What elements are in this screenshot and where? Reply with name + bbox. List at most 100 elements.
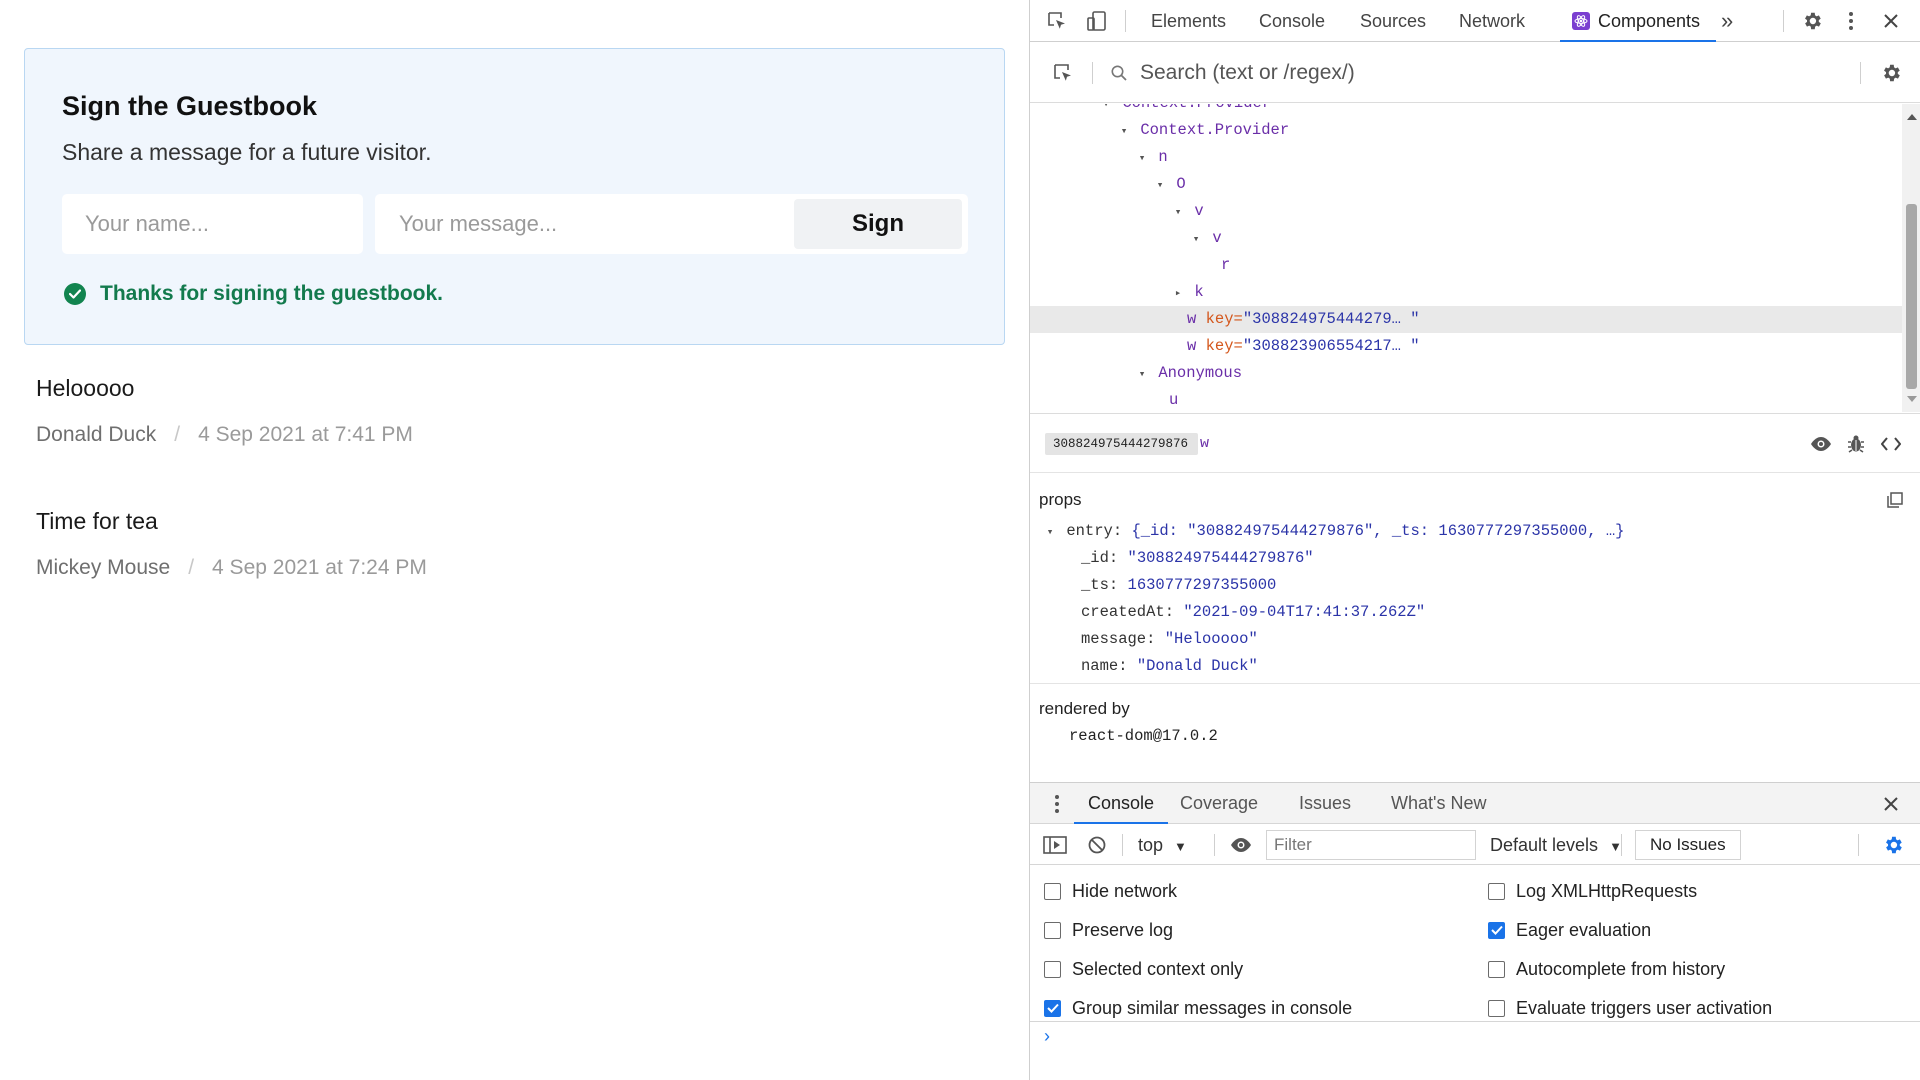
console-filter-input[interactable] [1266,830,1476,860]
component-search-input[interactable] [1140,57,1740,89]
eye-icon[interactable] [1808,432,1834,456]
message-input[interactable] [375,194,795,254]
prop-field[interactable]: message: "Helooooo" [1081,626,1258,653]
guestbook-app: Sign the Guestbook Share a message for a… [0,0,1029,1080]
clear-console-icon[interactable] [1084,833,1110,857]
close-devtools-icon[interactable] [1878,9,1904,33]
checkbox[interactable] [1044,882,1061,900]
entry-message: Time for tea [36,508,158,534]
live-expression-eye-icon[interactable] [1228,833,1254,857]
console-toolbar: top ▼ Default levels ▼ No Issues [1030,825,1920,865]
more-tabs-icon[interactable]: » [1719,0,1735,42]
setting-preserve-log[interactable]: Preserve log [1044,916,1173,944]
name-input[interactable] [62,194,363,254]
tab-elements[interactable]: Elements [1149,0,1228,42]
tab-components-label: Components [1598,11,1701,31]
tree-node[interactable]: w key="308823906554217… " [1030,333,1902,360]
tree-node[interactable]: ▾ v [1030,225,1902,252]
context-selector[interactable]: top ▼ [1138,825,1187,867]
scroll-thumb[interactable] [1906,204,1917,389]
tree-node[interactable]: ▾ O [1030,171,1902,198]
prop-field[interactable]: name: "Donald Duck" [1081,653,1258,680]
tab-console[interactable]: Console [1257,0,1327,42]
drawer-menu-icon[interactable] [1044,792,1070,816]
scroll-up-icon[interactable] [1907,114,1917,120]
collapse-arrow-icon[interactable]: ▾ [1153,173,1167,200]
check-circle-icon [64,283,86,305]
expand-arrow-icon[interactable]: ▸ [1171,281,1185,308]
setting-hide-network[interactable]: Hide network [1044,877,1177,905]
rendered-by-section: rendered by react-dom@17.0.2 [1030,685,1920,781]
collapse-arrow-icon[interactable]: ▾ [1117,119,1131,146]
collapse-arrow-icon[interactable]: ▾ [1043,520,1057,547]
tab-components[interactable]: Components [1560,0,1717,42]
drawer-tab-issues[interactable]: Issues [1299,783,1351,824]
setting-eager-evaluation[interactable]: Eager evaluation [1488,916,1651,944]
tree-node[interactable]: r [1030,252,1902,279]
collapse-arrow-icon[interactable]: ▾ [1189,227,1203,254]
copy-props-icon[interactable] [1882,488,1908,512]
success-message: Thanks for signing the guestbook. [64,282,443,306]
console-prompt-icon[interactable]: › [1044,1026,1050,1047]
setting-evaluate-triggers-user-activation[interactable]: Evaluate triggers user activation [1488,994,1772,1022]
drawer-tab-whats-new[interactable]: What's New [1391,783,1486,824]
prop-entry[interactable]: ▾ entry: {_id: "308824975444279876", _ts… [1043,518,1625,547]
checkbox[interactable] [1488,999,1505,1017]
selected-component-bar: 308824975444279876 w [1030,413,1920,473]
drawer-tab-coverage[interactable]: Coverage [1180,783,1258,824]
drawer-tab-console[interactable]: Console [1074,783,1169,824]
react-logo-icon [1572,12,1590,30]
view-source-icon[interactable] [1878,432,1904,456]
checkbox[interactable] [1044,960,1061,978]
drawer-tabbar: Console Coverage Issues What's New [1030,782,1920,824]
component-settings-icon[interactable] [1878,61,1904,85]
console-settings-icon[interactable] [1880,833,1906,857]
prop-field[interactable]: _ts: 1630777297355000 [1081,572,1276,599]
setting-group-similar-messages[interactable]: Group similar messages in console [1044,994,1352,1022]
checkbox-checked[interactable] [1488,921,1505,939]
prop-field[interactable]: _id: "308824975444279876" [1081,545,1314,572]
inspect-element-icon[interactable] [1044,9,1070,33]
checkbox[interactable] [1488,960,1505,978]
tree-scrollbar[interactable] [1902,104,1920,412]
tree-node[interactable]: ▾ n [1030,144,1902,171]
checkbox-checked[interactable] [1044,999,1061,1017]
checkbox[interactable] [1488,882,1505,900]
dropdown-arrow-icon: ▼ [1174,839,1187,854]
entry-meta: Donald Duck / 4 Sep 2021 at 7:41 PM [36,423,413,447]
collapse-arrow-icon[interactable]: ▾ [1135,362,1149,389]
entry-author: Mickey Mouse [36,556,171,579]
tab-sources[interactable]: Sources [1358,0,1428,42]
checkbox[interactable] [1044,921,1061,939]
tree-node[interactable]: ▸ k [1030,279,1902,306]
sidebar-toggle-icon[interactable] [1042,833,1068,857]
prop-field[interactable]: createdAt: "2021-09-04T17:41:37.262Z" [1081,599,1425,626]
collapse-arrow-icon[interactable]: ▾ [1171,200,1185,227]
more-options-icon[interactable] [1838,9,1864,33]
setting-selected-context-only[interactable]: Selected context only [1044,955,1243,983]
entry-separator: / [188,556,195,579]
tree-node[interactable]: ▾ Context.Provider [1030,104,1902,117]
device-toolbar-icon[interactable] [1084,9,1110,33]
message-input-group: Sign [375,194,968,254]
scroll-down-icon[interactable] [1907,396,1917,402]
guestbook-form-card: Sign the Guestbook Share a message for a… [24,48,1005,345]
component-tree: ▾ Context.Provider ▾ Context.Provider ▾ … [1030,104,1902,412]
tree-node[interactable]: u [1030,387,1902,412]
tree-node[interactable]: ▾ Anonymous [1030,360,1902,387]
tree-node[interactable]: ▾ Context.Provider [1030,117,1902,144]
select-element-icon[interactable] [1050,61,1076,85]
bug-icon[interactable] [1843,432,1869,456]
setting-autocomplete-from-history[interactable]: Autocomplete from history [1488,955,1725,983]
tree-node-selected[interactable]: w key="308824975444279… " [1030,306,1902,333]
log-levels-dropdown[interactable]: Default levels ▼ [1490,825,1622,867]
tree-node[interactable]: ▾ v [1030,198,1902,225]
close-drawer-icon[interactable] [1878,792,1904,816]
settings-gear-icon[interactable] [1799,9,1825,33]
sign-button[interactable]: Sign [794,199,962,249]
collapse-arrow-icon[interactable]: ▾ [1135,146,1149,173]
setting-log-xmlhttprequests[interactable]: Log XMLHttpRequests [1488,877,1697,905]
no-issues-button[interactable]: No Issues [1635,830,1741,860]
rendered-by-title: rendered by [1039,699,1130,718]
tab-network[interactable]: Network [1457,0,1527,42]
